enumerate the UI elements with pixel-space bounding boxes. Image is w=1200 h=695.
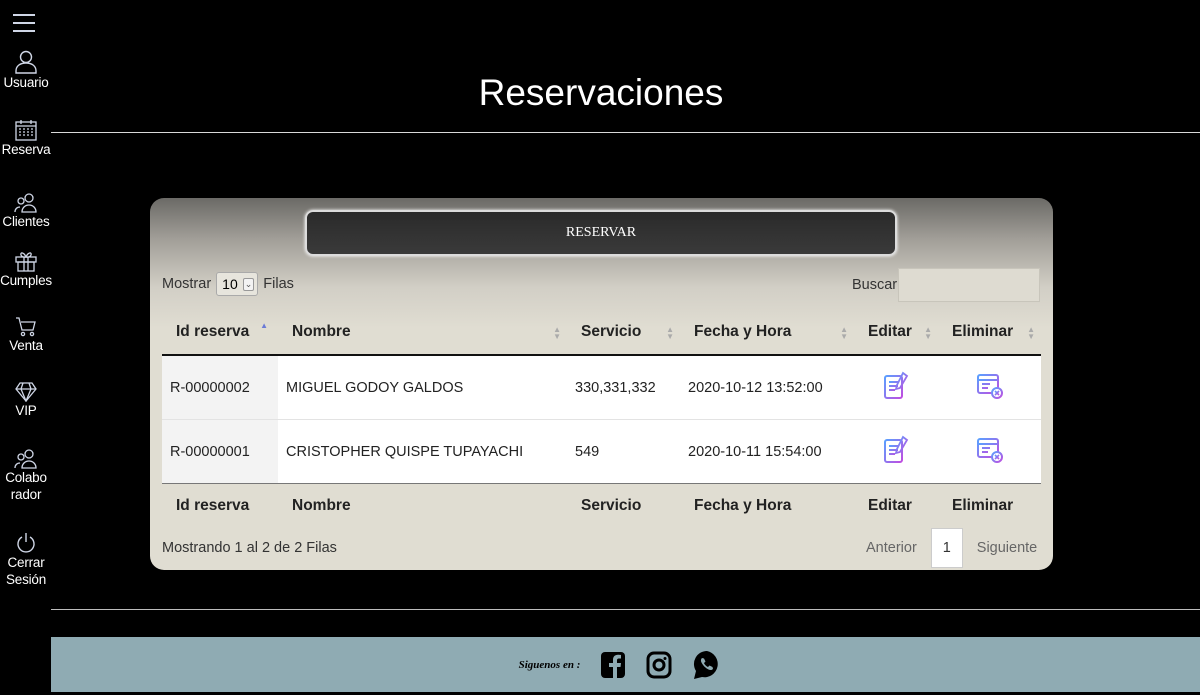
cell-editar <box>854 355 938 420</box>
cell-servicio: 549 <box>567 419 680 484</box>
follow-us-label: Siguenos en : <box>518 658 581 671</box>
cell-fecha: 2020-10-11 15:54:00 <box>680 419 854 484</box>
sidebar-item-label: Cerrar Sesión <box>5 555 47 587</box>
pagination: Anterior 1 Siguiente <box>856 528 1047 568</box>
divider <box>51 609 1200 610</box>
pagination-page[interactable]: 1 <box>930 528 963 568</box>
sort-asc-icon: ▲ <box>260 321 268 330</box>
users-icon <box>14 193 37 213</box>
table-row: R-00000001 CRISTOPHER QUISPE TUPAYACHI 5… <box>162 419 1041 484</box>
cell-editar <box>854 419 938 484</box>
column-header-label: Editar <box>868 323 912 340</box>
sort-icon: ▲ ▼ <box>1027 325 1035 341</box>
table-row: R-00000002 MIGUEL GODOY GALDOS 330,331,3… <box>162 355 1041 420</box>
column-header-label: Servicio <box>581 323 642 340</box>
reserve-button[interactable]: RESERVAR <box>305 210 897 256</box>
table-info: Mostrando 1 al 2 de 2 Filas <box>162 540 337 556</box>
cart-icon <box>16 317 36 337</box>
cell-nombre: MIGUEL GODOY GALDOS <box>278 355 567 420</box>
footer: Siguenos en : <box>51 637 1200 692</box>
facebook-link[interactable] <box>600 650 626 680</box>
sidebar-item-colaborador[interactable]: Colabo rador <box>0 449 52 503</box>
cell-fecha: 2020-10-12 13:52:00 <box>680 355 854 420</box>
footer-header-editar: Editar <box>854 483 938 527</box>
whatsapp-link[interactable] <box>692 649 722 681</box>
sidebar-item-label: VIP <box>15 403 37 418</box>
edit-icon[interactable] <box>883 435 909 465</box>
column-header-id[interactable]: Id reserva ▲ <box>162 310 278 356</box>
sort-icon: ▲ ▼ <box>924 325 932 341</box>
sidebar-item-label: Cumples <box>0 273 52 288</box>
table-footer-row: Id reserva Nombre Servicio Fecha y Hora … <box>162 483 1041 527</box>
pagination-next[interactable]: Siguiente <box>967 540 1047 556</box>
sort-icon: ▲ ▼ <box>840 325 848 341</box>
sidebar-item-label: Venta <box>9 338 43 353</box>
sidebar-item-label: Reserva <box>1 142 51 157</box>
cell-eliminar <box>938 355 1041 420</box>
sort-icon: ▲ ▼ <box>553 325 561 341</box>
sidebar-item-label: Colabo rador <box>5 470 47 502</box>
sidebar-item-vip[interactable]: VIP <box>0 382 52 419</box>
diamond-icon <box>15 382 37 402</box>
cell-nombre: CRISTOPHER QUISPE TUPAYACHI <box>278 419 567 484</box>
column-header-label: Nombre <box>292 323 351 340</box>
cell-eliminar <box>938 419 1041 484</box>
instagram-icon <box>646 651 672 678</box>
pagination-previous[interactable]: Anterior <box>856 540 927 556</box>
footer-header-nombre: Nombre <box>278 483 567 527</box>
page-length-value: 10 <box>222 276 238 292</box>
page-title: Reservaciones <box>478 72 724 113</box>
delete-icon[interactable] <box>976 372 1004 400</box>
power-icon <box>17 533 35 553</box>
delete-icon[interactable] <box>976 436 1004 464</box>
sidebar-item-clientes[interactable]: Clientes <box>0 193 52 230</box>
rows-label: Filas <box>263 276 294 292</box>
sort-icon: ▲ ▼ <box>666 325 674 341</box>
whatsapp-icon <box>694 650 719 679</box>
reservations-panel: RESERVAR Mostrar 10 ⌄ Filas Buscar: Id r… <box>150 198 1053 570</box>
user-icon <box>15 50 37 74</box>
footer-header-id: Id reserva <box>162 483 278 527</box>
column-header-editar[interactable]: Editar ▲ ▼ <box>854 310 938 356</box>
calendar-icon <box>15 120 37 141</box>
facebook-icon <box>601 651 626 678</box>
sidebar-item-reserva[interactable]: Reserva <box>0 119 52 158</box>
column-header-servicio[interactable]: Servicio ▲ ▼ <box>567 310 680 356</box>
gift-icon <box>15 252 37 272</box>
hamburger-menu-icon[interactable] <box>13 14 35 34</box>
table-header-row: Id reserva ▲ Nombre ▲ ▼ Servicio ▲ ▼ Fecha y … <box>162 310 1041 356</box>
column-header-label: Eliminar <box>952 323 1014 340</box>
footer-header-eliminar: Eliminar <box>938 483 1041 527</box>
sidebar-item-venta[interactable]: Venta <box>0 317 52 354</box>
column-header-nombre[interactable]: Nombre ▲ ▼ <box>278 310 567 356</box>
cell-servicio: 330,331,332 <box>567 355 680 420</box>
sidebar-item-cerrar-sesion[interactable]: Cerrar Sesión <box>0 532 52 588</box>
column-header-label: Id reserva <box>176 323 250 340</box>
footer-header-fecha: Fecha y Hora <box>680 483 854 527</box>
sidebar-item-label: Clientes <box>2 214 50 229</box>
reservations-table: Id reserva ▲ Nombre ▲ ▼ Servicio ▲ ▼ Fecha y … <box>162 310 1041 527</box>
collaborator-icon <box>14 449 37 469</box>
column-header-fecha[interactable]: Fecha y Hora ▲ ▼ <box>680 310 854 356</box>
column-header-label: Fecha y Hora <box>694 323 792 340</box>
footer-header-servicio: Servicio <box>567 483 680 527</box>
cell-id: R-00000001 <box>162 419 278 484</box>
cell-id: R-00000002 <box>162 355 278 420</box>
instagram-link[interactable] <box>646 650 672 680</box>
show-label: Mostrar <box>162 276 212 292</box>
page-length-control: Mostrar 10 ⌄ Filas <box>162 272 294 296</box>
chevron-down-icon: ⌄ <box>242 277 255 291</box>
divider <box>51 132 1200 133</box>
page-length-select[interactable]: 10 ⌄ <box>216 272 259 296</box>
search-input[interactable] <box>898 268 1040 302</box>
sidebar-item-cumples[interactable]: Cumples <box>0 250 52 289</box>
edit-icon[interactable] <box>883 371 909 401</box>
column-header-eliminar[interactable]: Eliminar ▲ ▼ <box>938 310 1041 356</box>
search-label: Buscar: <box>852 277 902 293</box>
